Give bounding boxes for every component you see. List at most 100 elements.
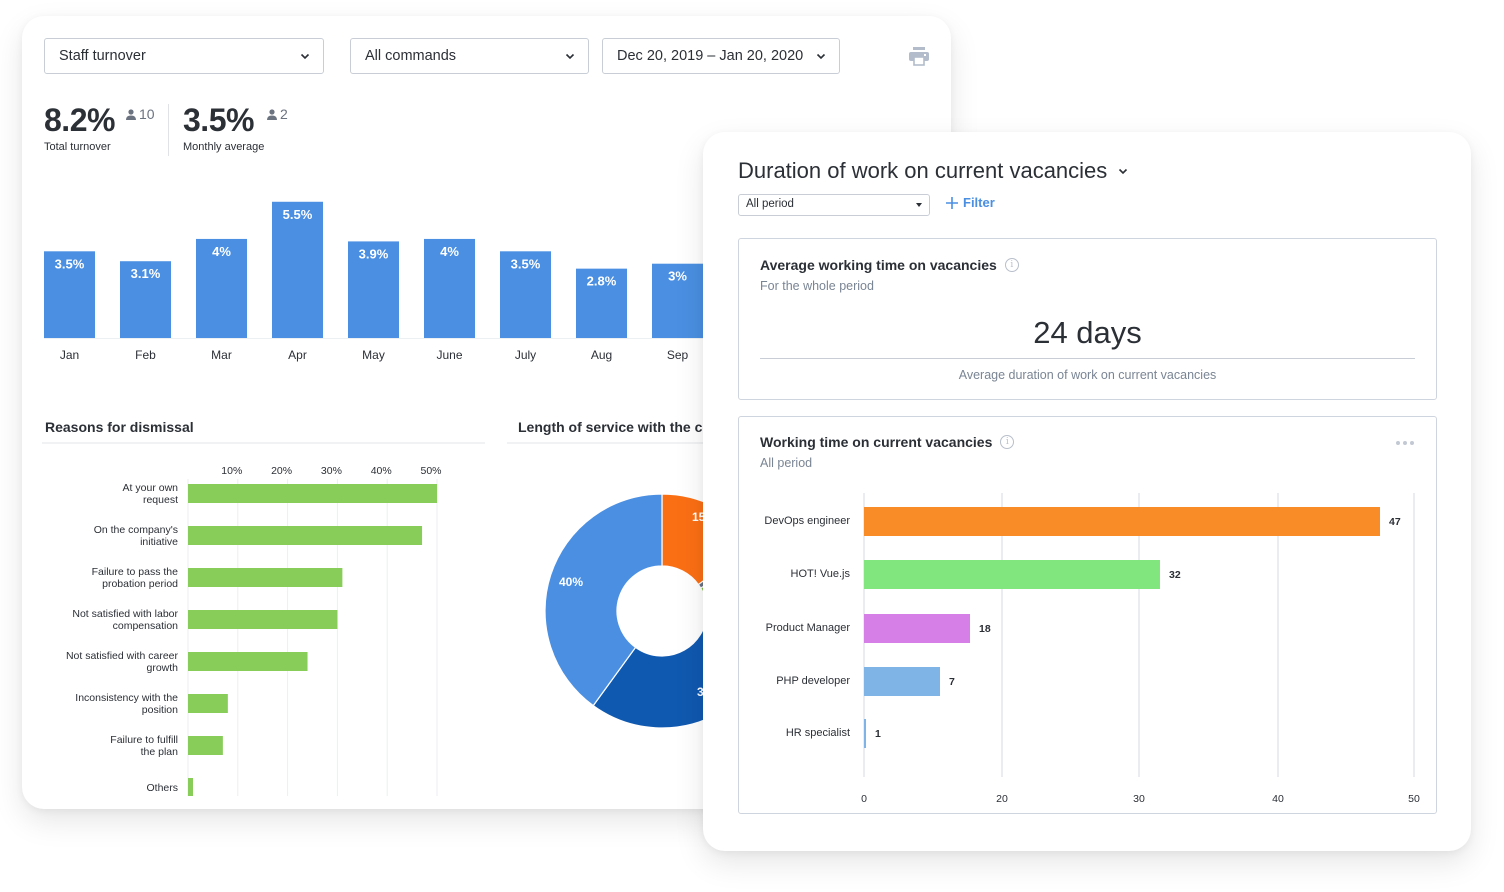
more-options-icon[interactable] (1396, 441, 1414, 445)
panel-title: Average working time on vacancies i (760, 257, 1019, 273)
bar-label: 3.1% (131, 266, 161, 281)
kpi-value: 8.2% (44, 102, 115, 138)
x-tick-label: 50% (420, 465, 441, 477)
average-working-time-panel: Average working time on vacancies i For … (738, 238, 1437, 400)
category-label: Product Manager (766, 622, 851, 634)
commands-select[interactable]: All commands (350, 38, 589, 74)
category-label: Not satisfied with labor compensation (72, 608, 178, 632)
category-label: HR specialist (786, 727, 850, 739)
x-tick-label: 30 (1133, 793, 1145, 805)
x-tick-label: May (362, 348, 385, 362)
x-tick-label: 10% (221, 465, 242, 477)
category-label-line: Not satisfied with career (66, 650, 179, 662)
chevron-down-icon (565, 53, 575, 60)
period-select[interactable]: All period (738, 194, 930, 216)
printer-icon[interactable] (908, 46, 930, 66)
bar-label: 2.8% (587, 274, 617, 289)
category-label-line: Others (146, 782, 178, 794)
bar-label: 5.5% (283, 207, 313, 222)
bar-label: 4% (440, 244, 459, 259)
working-time-chart: 0 20 30 40 50 Days 47 DevOps engineer 32 HOT! Vue… (764, 493, 1420, 813)
bar (188, 694, 228, 713)
chevron-down-icon (300, 53, 310, 60)
x-tick-label: July (515, 348, 536, 362)
x-tick-label: Jan (60, 348, 79, 362)
category-label-line: Not satisfied with labor (72, 608, 178, 620)
category-label-line: initiative (140, 536, 178, 548)
category-label: Not satisfied with career growth (66, 650, 179, 674)
reasons-for-dismissal-chart: 10% 20% 30% 40% 50% At your own request On the … (66, 465, 442, 796)
category-label-line: growth (146, 662, 178, 674)
slice-label: 40% (559, 575, 583, 589)
bar (188, 778, 193, 796)
dismissal-title: Reasons for dismissal (45, 419, 194, 435)
average-caption: Average duration of work on current vaca… (958, 368, 1217, 382)
panel-subtitle: All period (760, 456, 813, 470)
info-icon[interactable]: i (1000, 435, 1015, 449)
bar-label: 3.5% (511, 256, 541, 271)
x-tick-label: June (436, 348, 462, 362)
bar (188, 484, 437, 503)
x-tick-label: Feb (135, 348, 156, 362)
category-label-line: Failure to fulfill (110, 734, 178, 746)
bar-value-label: 1 (875, 728, 881, 740)
person-icon (267, 108, 277, 120)
bar-value-label: 18 (979, 623, 991, 635)
category-label-line: Failure to pass the (92, 566, 179, 578)
category-label: Others (146, 782, 178, 794)
bar-value-label: 32 (1169, 569, 1181, 581)
add-filter-button[interactable]: Filter (946, 195, 995, 210)
divider (760, 358, 1415, 359)
x-tick-label: Apr (288, 348, 307, 362)
kpi-divider (168, 104, 169, 156)
chevron-down-icon (1119, 168, 1128, 175)
bar (188, 652, 308, 671)
category-label: At your own request (123, 482, 179, 506)
working-time-panel: Working time on current vacancies i All … (738, 416, 1437, 814)
bar (188, 526, 423, 545)
category-label-line: request (143, 494, 178, 506)
category-label-line: the plan (141, 746, 179, 758)
category-label-line: On the company's (94, 524, 178, 536)
report-select-value: Staff turnover (59, 48, 146, 64)
x-axis-label: Days (1390, 812, 1414, 813)
category-label: Inconsistency with the position (75, 692, 178, 716)
bar (864, 507, 1380, 536)
x-tick-label: 40 (1272, 793, 1284, 805)
bar (272, 201, 323, 338)
category-label-line: probation period (102, 578, 178, 590)
x-tick-label: 50 (1408, 793, 1420, 805)
date-range-select[interactable]: Dec 20, 2019 – Jan 20, 2020 (602, 38, 840, 74)
vacancies-card: Duration of work on current vacancies Al… (703, 132, 1471, 851)
bar-label: 3% (668, 269, 687, 284)
category-label: HOT! Vue.js (791, 568, 851, 580)
report-select[interactable]: Staff turnover (44, 38, 324, 74)
bar (864, 614, 970, 643)
category-label-line: compensation (113, 620, 179, 632)
bar (864, 719, 866, 748)
vacancies-title-dropdown[interactable]: Duration of work on current vacancies (738, 158, 1129, 184)
bar-label: 3.9% (359, 246, 389, 261)
kpi-label: Total turnover (44, 141, 111, 153)
x-tick-label: 20 (996, 793, 1008, 805)
x-tick-label: 40% (371, 465, 392, 477)
x-tick-label: Sep (667, 348, 689, 362)
kpi-label: Monthly average (183, 141, 265, 153)
bar (188, 568, 343, 587)
date-range-value: Dec 20, 2019 – Jan 20, 2020 (617, 48, 804, 64)
person-icon (126, 108, 136, 120)
category-label-line: At your own (123, 482, 179, 494)
panel-title: Working time on current vacancies i (760, 434, 1015, 450)
category-label: DevOps engineer (764, 515, 850, 527)
bar-label: 4% (212, 244, 231, 259)
x-tick-label: 0 (861, 793, 867, 805)
kpi-count: 10 (126, 106, 155, 122)
info-icon[interactable]: i (1004, 258, 1019, 272)
vacancies-title: Duration of work on current vacancies (738, 158, 1108, 183)
chevron-down-icon (816, 53, 826, 60)
kpi-total-turnover: 8.2% Total turnover 10 (44, 102, 155, 153)
bar-value-label: 47 (1389, 516, 1401, 528)
category-label: Failure to pass the probation period (92, 566, 179, 590)
panel-subtitle: For the whole period (760, 279, 874, 293)
category-label: On the company's initiative (94, 524, 178, 548)
